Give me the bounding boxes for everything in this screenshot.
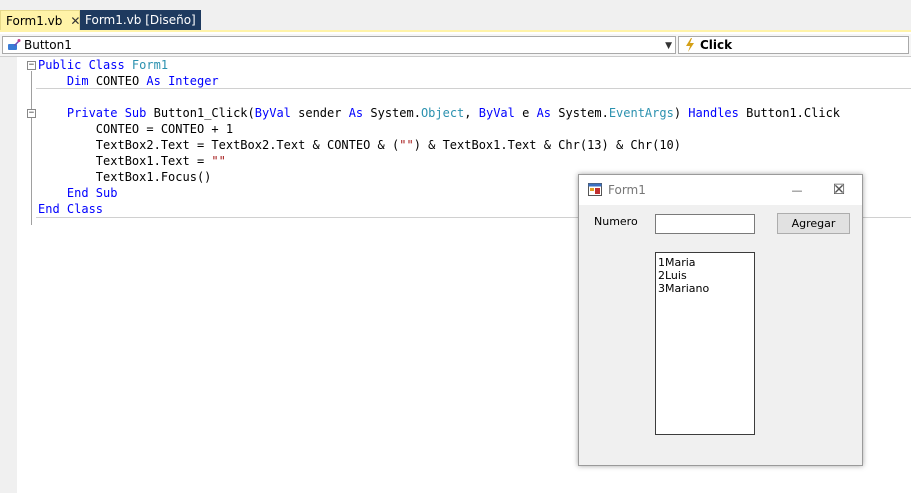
tab-form1-design-label: Form1.vb [Diseño] bbox=[85, 13, 196, 27]
object-dropdown[interactable]: Button1 ▼ bbox=[2, 36, 676, 54]
collapse-sub-icon[interactable]: − bbox=[27, 109, 36, 118]
tab-form1-design[interactable]: Form1.vb [Diseño] bbox=[80, 10, 201, 30]
collapse-class-icon[interactable]: − bbox=[27, 61, 36, 70]
code-line: Private Sub Button1_Click(ByVal sender A… bbox=[66, 106, 841, 120]
chevron-down-icon[interactable]: ▼ bbox=[665, 41, 672, 51]
form1-title: Form1 bbox=[608, 183, 646, 197]
sub-outline-line bbox=[31, 119, 32, 209]
tab-form1-vb-label: Form1.vb bbox=[6, 13, 63, 28]
code-line: TextBox1.Text = "" bbox=[38, 154, 226, 168]
code-line: Public Class Form1 bbox=[38, 58, 169, 72]
form1-window[interactable]: Form1 — ☐ ✕ Numero Agregar 1Maria 2Luis … bbox=[578, 174, 863, 466]
form1-titlebar[interactable]: Form1 — ☐ ✕ bbox=[579, 175, 862, 205]
minimize-spacer bbox=[779, 179, 809, 201]
textbox2-output[interactable]: 1Maria 2Luis 3Mariano bbox=[655, 252, 755, 435]
code-line: TextBox2.Text = TextBox2.Text & CONTEO &… bbox=[38, 138, 681, 152]
active-tab-underline bbox=[0, 30, 911, 32]
agregar-button[interactable]: Agregar bbox=[777, 213, 850, 234]
form-app-icon bbox=[588, 183, 602, 196]
close-icon[interactable]: ✕ bbox=[824, 179, 854, 201]
textbox2-line: 2Luis bbox=[658, 269, 687, 282]
textbox2-line: 3Mariano bbox=[658, 282, 710, 295]
label-numero: Numero bbox=[594, 215, 638, 228]
editor-margin bbox=[0, 57, 17, 493]
textbox2-line: 1Maria bbox=[658, 256, 696, 269]
document-tab-strip: Form1.vb ✕ Form1.vb [Diseño] bbox=[0, 0, 911, 32]
code-line: CONTEO = CONTEO + 1 bbox=[38, 122, 234, 136]
code-navigation-bar: Button1 ▼ Click bbox=[0, 34, 911, 57]
event-dropdown[interactable]: Click bbox=[678, 36, 909, 54]
code-line: Dim CONTEO As Integer bbox=[66, 74, 219, 88]
close-tab-icon[interactable]: ✕ bbox=[70, 15, 80, 27]
event-dropdown-value: Click bbox=[700, 38, 733, 52]
tab-form1-vb[interactable]: Form1.vb ✕ bbox=[0, 10, 80, 30]
object-dropdown-value: Button1 bbox=[24, 38, 72, 52]
button-control-icon bbox=[6, 37, 22, 53]
event-lightning-icon bbox=[682, 37, 698, 53]
textbox1-input[interactable] bbox=[655, 214, 755, 234]
